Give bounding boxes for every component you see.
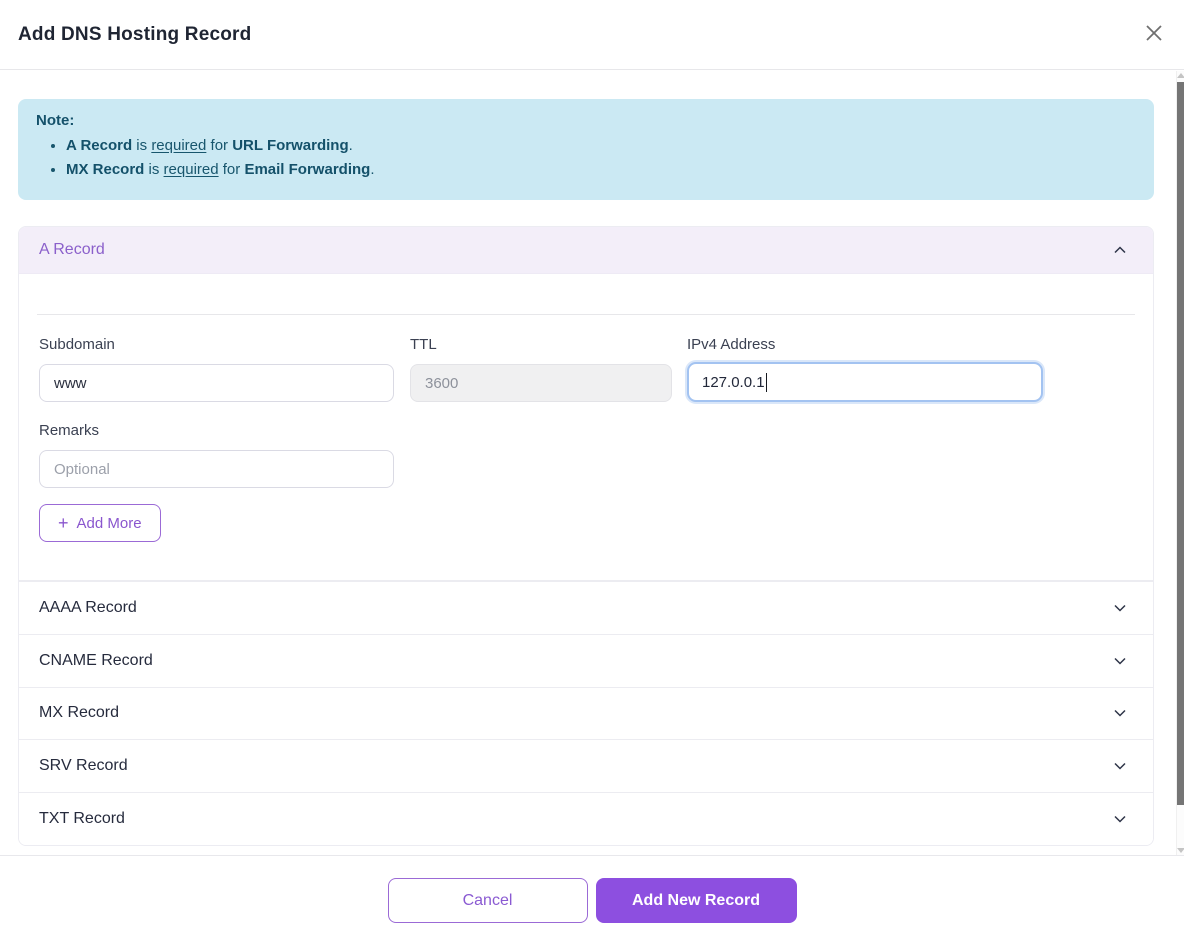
scroll-down-arrow-icon [1177,848,1184,853]
panel-divider [37,314,1135,315]
note-verb: is [149,161,160,178]
page-title: Add DNS Hosting Record [18,24,251,46]
subdomain-input[interactable] [39,364,394,402]
add-new-record-button[interactable]: Add New Record [596,878,797,923]
accordion-section-srv-record[interactable]: SRV Record [19,739,1153,792]
accordion-section-aaaa-record[interactable]: AAAA Record [19,581,1153,634]
note-subject: A Record [66,137,132,154]
chevron-down-icon [1111,704,1129,722]
note-banner: Note: A Record is required for URL Forwa… [18,99,1154,200]
add-dns-record-modal: Add DNS Hosting Record Note: A Record is… [0,0,1184,949]
add-more-button[interactable]: + Add More [39,504,161,542]
note-item-a-record: A Record is required for URL Forwarding. [66,134,1136,158]
note-requirement: required [151,137,206,154]
accordion-section-label: CNAME Record [39,652,153,670]
ttl-input[interactable] [410,364,672,402]
scrollbar-thumb[interactable] [1177,82,1184,805]
note-terminator: . [370,161,374,178]
accordion-section-label: MX Record [39,704,119,722]
remarks-label: Remarks [39,422,99,439]
ipv4-address-input[interactable]: 127.0.0.1 [687,362,1043,402]
chevron-up-icon [1111,241,1129,259]
note-list: A Record is required for URL Forwarding.… [36,134,1136,182]
cancel-button[interactable]: Cancel [388,878,588,923]
accordion-section-label: TXT Record [39,810,125,828]
accordion-section-cname-record[interactable]: CNAME Record [19,634,1153,687]
accordion-section-mx-record[interactable]: MX Record [19,687,1153,740]
ttl-label: TTL [410,336,437,353]
accordion-section-label: AAAA Record [39,599,137,617]
scroll-up-arrow-icon [1177,73,1184,78]
chevron-down-icon [1111,810,1129,828]
ipv4-address-value: 127.0.0.1 [702,374,765,391]
close-button[interactable] [1138,19,1170,51]
footer-divider [0,855,1184,856]
accordion-section-a-record[interactable]: A Record [19,227,1153,274]
chevron-down-icon [1111,757,1129,775]
note-item-mx-record: MX Record is required for Email Forwardi… [66,158,1136,182]
note-heading: Note: [36,112,1136,129]
note-preposition: for [211,137,229,154]
modal-header: Add DNS Hosting Record [0,0,1184,70]
remarks-input[interactable] [39,450,394,488]
accordion-section-txt-record[interactable]: TXT Record [19,792,1153,845]
close-icon [1144,23,1164,46]
scrollbar[interactable] [1176,71,1184,855]
add-more-label: Add More [77,515,142,532]
accordion-section-label: A Record [39,241,105,259]
note-preposition: for [223,161,241,178]
text-cursor [766,373,768,392]
ipv4-address-label: IPv4 Address [687,336,775,353]
dns-record-accordion: A Record Subdomain TTL IPv4 Address 127.… [18,226,1154,846]
note-verb: is [136,137,147,154]
modal-footer: Cancel Add New Record [0,878,1184,923]
subdomain-label: Subdomain [39,336,115,353]
plus-icon: + [58,514,69,532]
chevron-down-icon [1111,599,1129,617]
a-record-panel: Subdomain TTL IPv4 Address 127.0.0.1 Rem… [19,274,1153,581]
chevron-down-icon [1111,652,1129,670]
note-feature: URL Forwarding [232,137,348,154]
note-subject: MX Record [66,161,144,178]
note-terminator: . [349,137,353,154]
note-requirement: required [164,161,219,178]
accordion-section-label: SRV Record [39,757,128,775]
note-feature: Email Forwarding [244,161,370,178]
